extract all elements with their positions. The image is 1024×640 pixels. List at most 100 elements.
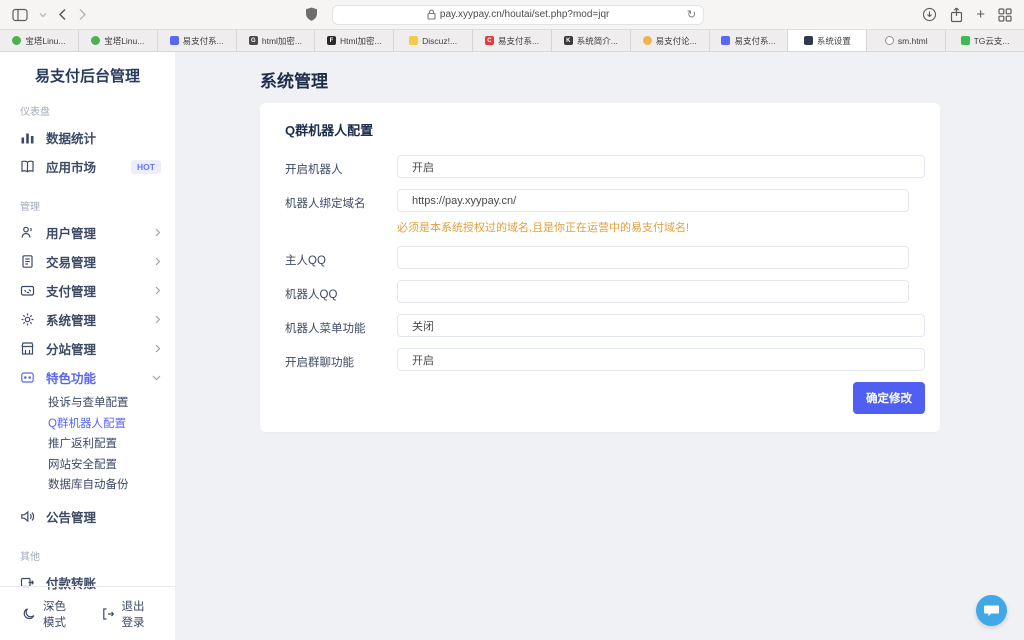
dark-mode-toggle[interactable]: 深色模式 [22,598,75,630]
form-row: 开启群聊功能 [285,348,925,371]
field-label: 主人QQ [285,246,397,269]
sidebar-footer: 深色模式 退出登录 [0,586,175,640]
tab-strip: 宝塔Linu... 宝塔Linu... 易支付系... Ghtml加密... F… [0,30,1024,52]
bind-domain-input[interactable] [397,189,909,212]
tab-favicon [804,36,813,45]
sidebar-item-trades[interactable]: 交易管理 [0,247,175,276]
browser-tab[interactable]: Ghtml加密... [237,30,316,51]
forward-button[interactable] [78,8,87,21]
form-row: 机器人QQ [285,280,925,303]
sidebar-item-users[interactable]: 用户管理 [0,218,175,247]
sidebar-subitem-complaints[interactable]: 投诉与查单配置 [0,392,175,413]
bar-chart-icon [20,130,35,145]
browser-tab[interactable]: 易支付系... [158,30,237,51]
url-text: pay.xyypay.cn/houtai/set.php?mod=jqr [440,9,609,20]
field-label: 机器人绑定域名 [285,189,397,235]
form-row: 机器人菜单功能 [285,314,925,337]
browser-tab[interactable]: sm.html [867,30,946,51]
safari-window: pay.xyypay.cn/houtai/set.php?mod=jqr ↻ +… [0,0,1024,640]
reload-icon[interactable]: ↻ [687,8,696,21]
robot-enable-select[interactable] [397,155,925,178]
chevron-right-icon [155,228,161,237]
sidebar-item-substations[interactable]: 分站管理 [0,334,175,363]
app-title: 易支付后台管理 [0,52,175,86]
tab-favicon: C [485,36,494,45]
tab-favicon: G [249,36,258,45]
features-icon [20,370,35,385]
chevron-right-icon [155,286,161,295]
chevron-right-icon [155,257,161,266]
chevron-right-icon [155,344,161,353]
browser-tab[interactable]: 易支付论... [631,30,710,51]
browser-tab[interactable]: FHtml加密... [315,30,394,51]
form-row: 开启机器人 [285,155,925,178]
field-label: 开启机器人 [285,155,397,178]
browser-toolbar: pay.xyypay.cn/houtai/set.php?mod=jqr ↻ + [0,0,1024,30]
back-button[interactable] [58,8,67,21]
toolbar-chevron-down-icon[interactable] [39,12,47,18]
tab-favicon [12,36,21,45]
speaker-icon [20,509,35,524]
browser-tab[interactable]: 宝塔Linu... [79,30,158,51]
tab-overview-icon[interactable] [998,8,1012,22]
sidebar-toggle-icon[interactable] [12,8,28,22]
address-bar[interactable]: pay.xyypay.cn/houtai/set.php?mod=jqr ↻ [332,5,704,25]
tab-favicon [170,36,179,45]
sidebar-subitem-qq-robot[interactable]: Q群机器人配置 [0,413,175,434]
lock-icon [427,9,436,20]
sidebar-subitem-security[interactable]: 网站安全配置 [0,454,175,475]
field-label: 机器人QQ [285,280,397,303]
form-row: 机器人绑定域名 必须是本系统授权过的域名,且是你正在运营中的易支付域名! [285,189,925,235]
gear-icon [20,312,35,327]
group-chat-select[interactable] [397,348,925,371]
robot-menu-select[interactable] [397,314,925,337]
document-icon [20,254,35,269]
sidebar-item-announcements[interactable]: 公告管理 [0,502,175,531]
sidebar-subitem-rebate[interactable]: 推广返利配置 [0,433,175,454]
chevron-down-icon [152,375,161,381]
tab-favicon [885,36,894,45]
share-icon[interactable] [950,7,963,23]
domain-help-text: 必须是本系统授权过的域名,且是你正在运营中的易支付域名! [397,219,925,235]
browser-tab[interactable]: 宝塔Linu... [0,30,79,51]
chat-fab-button[interactable] [976,595,1007,626]
tab-favicon: F [327,36,336,45]
card-icon [20,283,35,298]
browser-tab[interactable]: 易支付系... [710,30,789,51]
book-icon [20,159,35,174]
sidebar-item-market[interactable]: 应用市场 HOT [0,152,175,181]
sidebar-item-stats[interactable]: 数据统计 [0,123,175,152]
moon-icon [22,607,36,621]
tab-favicon [961,36,970,45]
tab-favicon [91,36,100,45]
logout-button[interactable]: 退出登录 [101,598,154,630]
logout-icon [101,607,115,621]
browser-tab[interactable]: Discuz!... [394,30,473,51]
chevron-right-icon [155,315,161,324]
section-label-dashboard: 仪表盘 [20,103,175,118]
storefront-icon [20,341,35,356]
main-content: 系统管理 Q群机器人配置 开启机器人 机器人绑定域名 必须是本系统授权过的域名,… [176,52,1024,640]
sidebar-item-system[interactable]: 系统管理 [0,305,175,334]
users-icon [20,225,35,240]
sidebar-item-features[interactable]: 特色功能 [0,363,175,392]
tab-favicon: K [564,36,573,45]
downloads-icon[interactable] [922,7,937,22]
tab-favicon [721,36,730,45]
browser-tab-active[interactable]: 系统设置 [788,30,867,51]
privacy-shield-icon[interactable] [305,7,318,22]
page-title: 系统管理 [260,67,940,92]
robot-qq-input[interactable] [397,280,909,303]
new-tab-icon[interactable]: + [976,7,985,22]
field-label: 开启群聊功能 [285,348,397,371]
submit-button[interactable]: 确定修改 [853,382,925,414]
card-title: Q群机器人配置 [285,120,925,139]
field-label: 机器人菜单功能 [285,314,397,337]
browser-tab[interactable]: C易支付系... [473,30,552,51]
browser-tab[interactable]: TG云支... [946,30,1024,51]
browser-tab[interactable]: K系统简介... [552,30,631,51]
sidebar-item-payments[interactable]: 支付管理 [0,276,175,305]
sidebar-subitem-backup[interactable]: 数据库自动备份 [0,474,175,495]
owner-qq-input[interactable] [397,246,909,269]
config-card: Q群机器人配置 开启机器人 机器人绑定域名 必须是本系统授权过的域名,且是你正在… [260,103,940,432]
